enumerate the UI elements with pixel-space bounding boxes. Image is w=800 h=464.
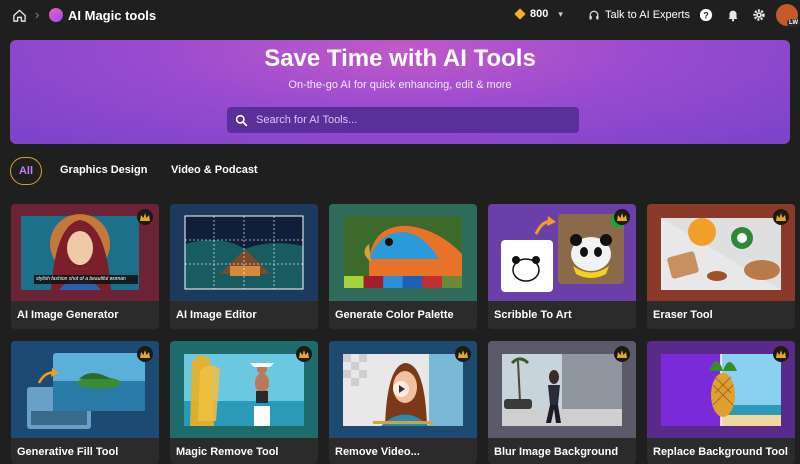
home-icon[interactable]: [12, 8, 27, 23]
card-label: Generative Fill Tool: [17, 446, 119, 458]
card-magic-remove-tool[interactable]: Magic Remove Tool: [170, 341, 318, 464]
card-label: Remove Video...: [335, 446, 420, 458]
crown-icon: [296, 346, 312, 362]
ai-magic-logo-icon: [49, 8, 63, 22]
talk-to-experts-label: Talk to AI Experts: [605, 9, 690, 21]
svg-text:?: ?: [703, 11, 708, 21]
crown-icon: [137, 346, 153, 362]
crown-icon: [137, 209, 153, 225]
top-bar: › AI Magic tools 800 ▾ Talk to AI Expert…: [0, 0, 800, 31]
search-box: [227, 107, 579, 133]
crown-icon: [614, 346, 630, 362]
ai-image-editor-thumbnail: [170, 204, 318, 301]
card-ai-image-generator[interactable]: AI Image Generator: [11, 204, 159, 329]
card-eraser-tool[interactable]: Eraser Tool: [647, 204, 795, 329]
crown-icon: [455, 346, 471, 362]
help-icon[interactable]: ?: [699, 8, 713, 22]
credits-dropdown[interactable]: 800 ▾: [514, 8, 563, 20]
card-generative-fill-tool[interactable]: Generative Fill Tool: [11, 341, 159, 464]
crown-icon: [773, 346, 789, 362]
hero-subtitle: On-the-go AI for quick enhancing, edit &…: [288, 79, 512, 91]
card-ai-image-editor[interactable]: AI Image Editor: [170, 204, 318, 329]
card-generate-color-palette[interactable]: Generate Color Palette: [329, 204, 477, 329]
card-remove-video[interactable]: Remove Video...: [329, 341, 477, 464]
card-scribble-to-art[interactable]: Scribble To Art: [488, 204, 636, 329]
card-label: Replace Background Tool: [653, 446, 788, 458]
tab-video-podcast[interactable]: Video & Podcast: [171, 164, 258, 176]
search-icon: [235, 114, 248, 126]
diamond-icon: [514, 8, 526, 20]
hero-title: Save Time with AI Tools: [264, 45, 536, 72]
chevron-down-icon: ▾: [558, 8, 563, 19]
credits-value: 800: [530, 8, 549, 20]
card-blur-image-background[interactable]: Blur Image Background: [488, 341, 636, 464]
crown-icon: [773, 209, 789, 225]
gear-icon[interactable]: [752, 8, 766, 22]
card-label: Scribble To Art: [494, 309, 572, 321]
talk-to-experts-button[interactable]: Talk to AI Experts: [588, 9, 690, 21]
bell-icon[interactable]: [726, 8, 740, 22]
avatar[interactable]: LW: [776, 4, 800, 27]
card-label: Magic Remove Tool: [176, 446, 279, 458]
card-label: Generate Color Palette: [335, 309, 454, 321]
hero-banner: Save Time with AI Tools On-the-go AI for…: [10, 40, 790, 144]
thumbnail-caption: stylish fashion shot of a beautiful woma…: [36, 276, 126, 282]
tab-graphics-design[interactable]: Graphics Design: [60, 164, 147, 176]
crown-icon: [614, 209, 630, 225]
page-title: AI Magic tools: [68, 8, 157, 23]
card-label: AI Image Editor: [176, 309, 257, 321]
card-label: AI Image Generator: [17, 309, 119, 321]
card-label: Eraser Tool: [653, 309, 713, 321]
headset-icon: [589, 10, 599, 20]
search-input[interactable]: [256, 114, 566, 126]
chevron-right-icon: ›: [35, 7, 40, 22]
tab-all[interactable]: All: [10, 157, 42, 185]
avatar-initials: LW: [787, 19, 800, 27]
card-label: Blur Image Background: [494, 446, 619, 458]
color-palette-thumbnail: [329, 204, 477, 301]
card-replace-background-tool[interactable]: Replace Background Tool: [647, 341, 795, 464]
